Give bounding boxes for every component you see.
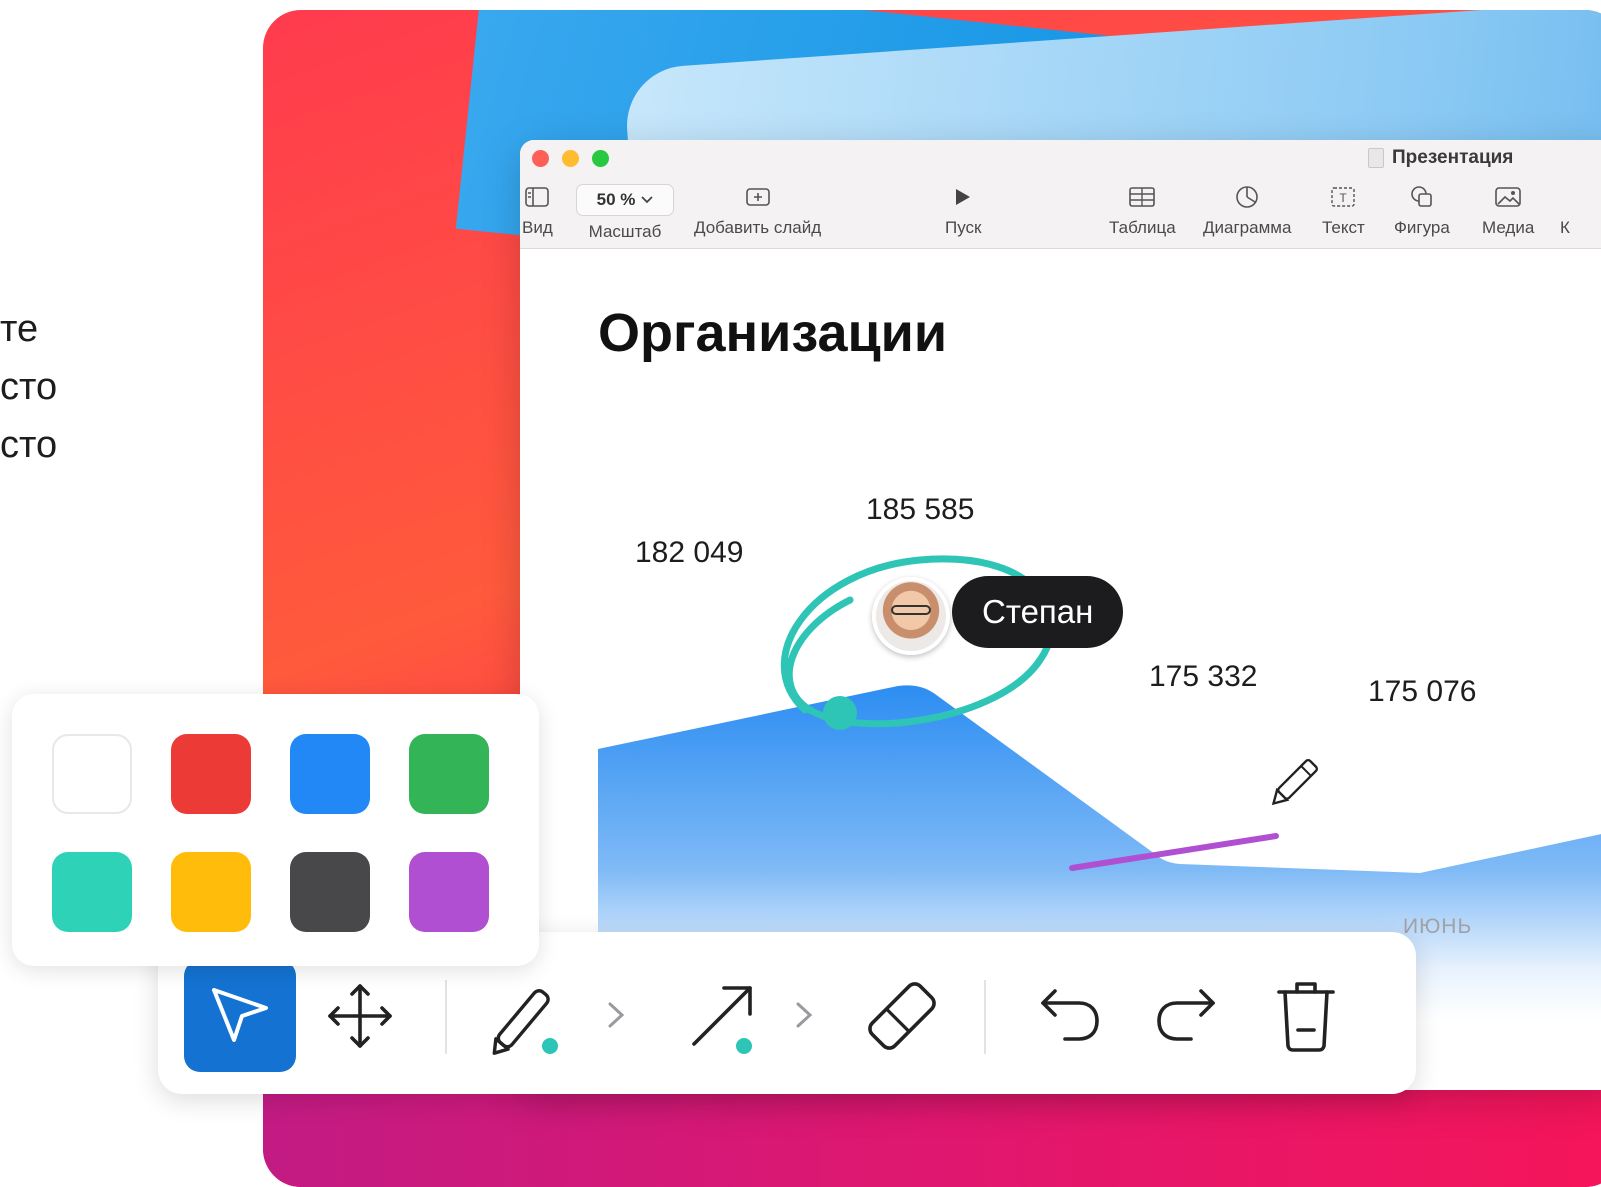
side-caption: те сто сто: [0, 300, 57, 474]
pen-tool-button[interactable]: [474, 960, 586, 1072]
trash-icon: [1277, 982, 1335, 1052]
color-swatch-white[interactable]: [52, 734, 132, 814]
color-swatch-purple[interactable]: [409, 852, 489, 932]
move-tool-button[interactable]: [304, 960, 416, 1072]
chart-point-marker: [823, 696, 857, 730]
toolbar-cut-item[interactable]: К: [1560, 184, 1570, 238]
redo-button[interactable]: [1130, 960, 1242, 1072]
sidebar-icon: [525, 184, 550, 210]
toolbar-play-label: Пуск: [945, 218, 982, 237]
toolbar-zoom[interactable]: 50 % Масштаб: [576, 184, 674, 242]
toolbar-shape-label: Фигура: [1394, 218, 1450, 237]
pen-color-dot: [540, 1036, 560, 1056]
chevron-down-icon: [641, 196, 654, 204]
color-swatch-green[interactable]: [409, 734, 489, 814]
color-swatch-teal[interactable]: [52, 852, 132, 932]
toolbar-add-slide-label: Добавить слайд: [694, 218, 822, 237]
toolbar-divider-2: [984, 980, 986, 1054]
toolbar-media[interactable]: Медиа: [1482, 184, 1534, 238]
play-icon: [954, 184, 972, 210]
window-titlebar: Презентация Вид 50 % Масштаб Добавить сл…: [520, 140, 1601, 249]
arrow-options-chevron-icon[interactable]: [794, 1000, 814, 1030]
close-window-button[interactable]: [532, 150, 549, 167]
svg-text:T: T: [1340, 191, 1348, 205]
collaborator-name-tag: Степан: [952, 576, 1124, 648]
chart-icon: [1235, 184, 1259, 210]
toolbar-zoom-label: Масштаб: [588, 222, 662, 241]
toolbar-chart[interactable]: Диаграмма: [1203, 184, 1291, 238]
redo-icon: [1157, 989, 1215, 1041]
color-swatch-red[interactable]: [171, 734, 251, 814]
color-palette: [12, 694, 539, 966]
document-title-text: Презентация: [1392, 147, 1514, 168]
table-icon: [1129, 184, 1156, 210]
pen-options-chevron-icon[interactable]: [606, 1000, 626, 1030]
toolbar-play[interactable]: Пуск: [945, 184, 981, 238]
toolbar-text[interactable]: T Текст: [1322, 184, 1365, 238]
zoom-window-button[interactable]: [592, 150, 609, 167]
pencil-cursor-icon: [1271, 758, 1319, 806]
toolbar-add-slide[interactable]: Добавить слайд: [694, 184, 821, 238]
color-swatch-dark-gray[interactable]: [290, 852, 370, 932]
chart-value-label-3: 175 332: [1149, 660, 1258, 693]
toolbar-cut-label: К: [1560, 218, 1570, 237]
arrow-tool-button[interactable]: [668, 960, 780, 1072]
toolbar-table-label: Таблица: [1109, 218, 1176, 237]
zoom-select[interactable]: 50 %: [576, 184, 674, 216]
arrow-color-dot: [734, 1036, 754, 1056]
document-title: Презентация: [1368, 147, 1513, 169]
pencil-icon: [492, 989, 560, 1056]
color-swatch-yellow[interactable]: [171, 852, 251, 932]
add-slide-icon: [745, 184, 770, 210]
media-icon: [1495, 184, 1521, 210]
eraser-icon: [868, 982, 936, 1050]
side-caption-line-3: сто: [0, 424, 58, 466]
chart-value-label-4: 175 076: [1368, 675, 1477, 708]
move-arrows-icon: [328, 984, 392, 1048]
chart-value-label-1: 182 049: [635, 536, 744, 569]
toolbar-media-label: Медиа: [1482, 218, 1535, 237]
side-caption-line-2: сто: [0, 366, 58, 408]
chart-value-label-2: 185 585: [866, 493, 975, 526]
collaborator-avatar[interactable]: [872, 577, 950, 655]
toolbar-shape[interactable]: Фигура: [1394, 184, 1450, 238]
shape-icon: [1409, 184, 1435, 210]
cursor-arrow-icon: [212, 988, 268, 1042]
toolbar-view[interactable]: Вид: [522, 184, 553, 238]
minimize-window-button[interactable]: [562, 150, 579, 167]
side-caption-line-1: те: [0, 308, 39, 350]
delete-button[interactable]: [1250, 960, 1362, 1072]
avatar-glasses: [891, 605, 931, 615]
document-icon: [1368, 148, 1384, 168]
collaborator-name: Степан: [982, 593, 1094, 630]
eraser-tool-button[interactable]: [846, 960, 958, 1072]
toolbar-view-label: Вид: [522, 218, 553, 237]
toolbar-divider: [445, 980, 447, 1054]
chart-month-label: ИЮНЬ: [1403, 915, 1473, 938]
toolbar-chart-label: Диаграмма: [1203, 218, 1292, 237]
undo-icon: [1041, 989, 1099, 1041]
color-swatch-blue[interactable]: [290, 734, 370, 814]
toolbar-text-label: Текст: [1322, 218, 1365, 237]
slide-title: Организации: [598, 303, 948, 363]
undo-button[interactable]: [1014, 960, 1126, 1072]
toolbar-table[interactable]: Таблица: [1109, 184, 1176, 238]
zoom-value: 50 %: [596, 190, 636, 209]
diagonal-arrow-icon: [692, 986, 754, 1056]
select-tool-button[interactable]: [184, 960, 296, 1072]
text-box-icon: T: [1330, 184, 1356, 210]
